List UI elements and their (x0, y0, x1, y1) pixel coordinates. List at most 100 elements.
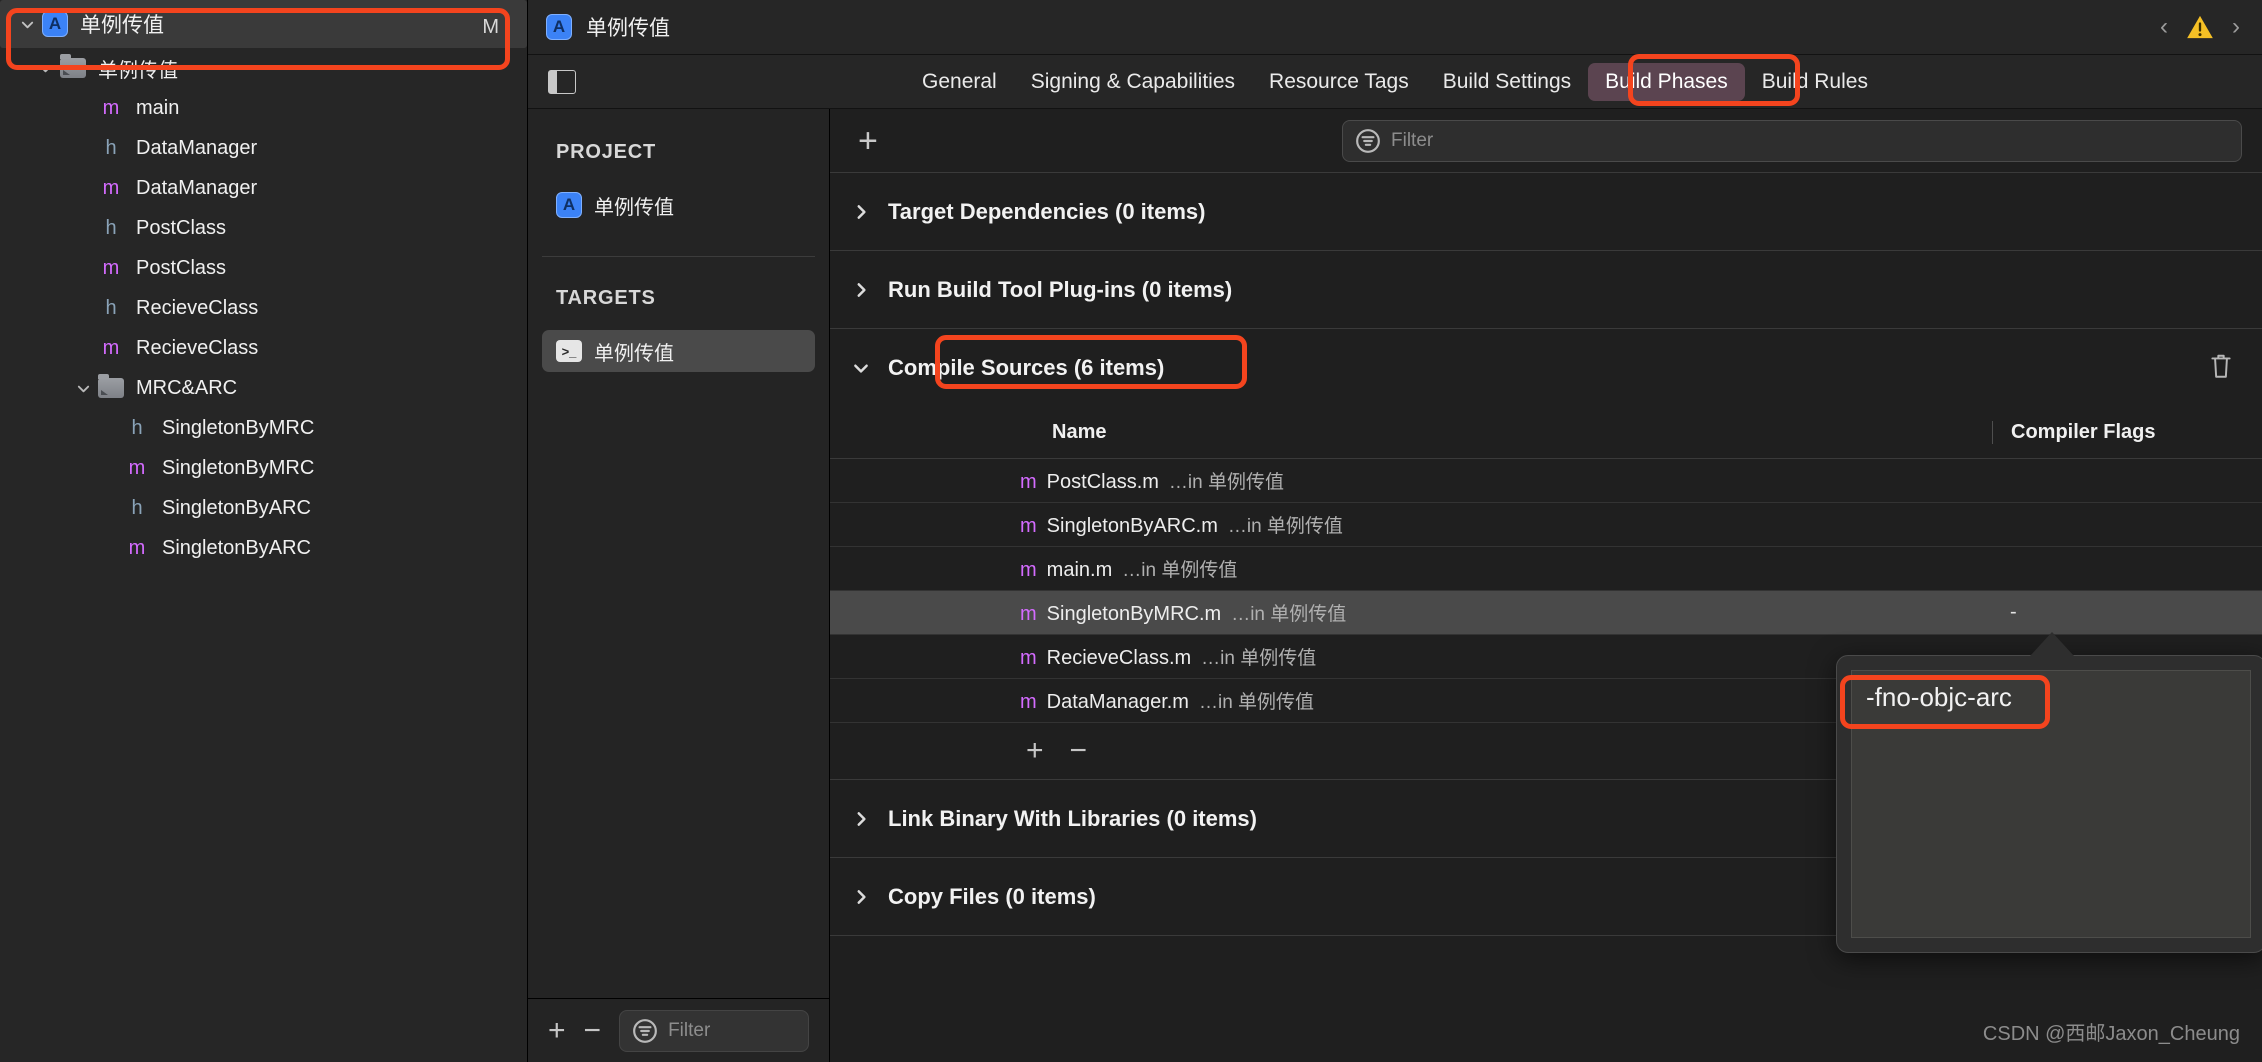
warning-triangle-icon[interactable] (2186, 14, 2214, 40)
chevron-right-icon[interactable] (852, 281, 888, 299)
trash-icon[interactable] (2208, 352, 2234, 385)
add-build-phase-button[interactable]: + (850, 124, 878, 158)
source-file-label: main.m (1046, 559, 1113, 581)
remove-target-button[interactable]: − (584, 1015, 602, 1046)
terminal-icon: >_ (556, 340, 582, 362)
navigator-item-list: 单例传值 m main h DataManager m DataManager h PostCl… (0, 48, 527, 568)
target-list-item[interactable]: >_ 单例传值 (542, 330, 815, 372)
toggle-sidebar-icon[interactable] (548, 69, 576, 94)
table-row[interactable]: m main.m …in 单例传值 (830, 547, 2262, 591)
project-item-label: 单例传值 (594, 196, 674, 219)
phase-title: Target Dependencies (0 items) (888, 198, 1206, 224)
objc-implementation-icon: m (102, 256, 120, 279)
project-navigator: A 单例传值 M 单例传值 m main h DataManager m DataManag… (0, 0, 528, 1062)
objc-header-icon: h (131, 416, 143, 439)
chevron-down-icon[interactable] (70, 381, 96, 396)
navigator-item[interactable]: h PostClass (0, 208, 527, 248)
navigator-item-label: DataManager (136, 176, 258, 199)
navigator-item-label: SingletonByARC (162, 496, 311, 519)
tab-build-rules[interactable]: Build Rules (1745, 63, 1885, 101)
source-file-location: …in 单例传值 (1198, 692, 1315, 713)
source-file-location: …in 单例传值 (1122, 560, 1238, 581)
column-header-name: Name (1052, 421, 1107, 443)
nav-back-button[interactable]: ‹ (2160, 13, 2168, 41)
watermark: CSDN @西邮Jaxon_Cheung (1982, 1023, 2240, 1045)
chevron-down-icon[interactable] (32, 61, 58, 76)
navigator-item-label: PostClass (136, 216, 227, 239)
tab-general[interactable]: General (905, 63, 1014, 101)
navigator-item-label: PostClass (136, 256, 227, 279)
compiler-flags-popover: -fno-objc-arc (1836, 655, 2262, 953)
remove-source-file-button[interactable]: − (1070, 736, 1088, 766)
chevron-right-icon[interactable] (852, 810, 888, 828)
source-file-label: SingletonByARC.m (1046, 515, 1218, 537)
navigator-item-label: RecieveClass (136, 336, 259, 359)
nav-forward-button[interactable]: › (2232, 13, 2240, 41)
table-row[interactable]: m SingletonByARC.m …in 单例传值 (830, 503, 2262, 547)
phase-title: Copy Files (0 items) (888, 883, 1096, 909)
project-targets-pane: PROJECT A 单例传值 TARGETS >_ 单例传值 + − Filte… (528, 109, 830, 1062)
tab-build-settings[interactable]: Build Settings (1426, 63, 1588, 101)
tab-build-phases[interactable]: Build Phases (1588, 62, 1745, 101)
navigator-item[interactable]: m SingletonByMRC (0, 448, 527, 488)
navigator-item[interactable]: m DataManager (0, 168, 527, 208)
objc-implementation-icon: m (102, 176, 120, 199)
navigator-item[interactable]: m RecieveClass (0, 328, 527, 368)
navigator-item[interactable]: m SingletonByARC (0, 528, 527, 568)
phase-compile-sources[interactable]: Compile Sources (6 items) (830, 329, 2262, 407)
modified-badge: M (482, 16, 499, 38)
chevron-right-icon[interactable] (852, 203, 888, 221)
project-section-header: PROJECT (556, 141, 657, 163)
targets-section-header: TARGETS (556, 287, 656, 309)
chevron-right-icon[interactable] (852, 888, 888, 906)
source-file-name-cell: m RecieveClass.m …in 单例传值 (830, 643, 1992, 670)
navigator-item[interactable]: 单例传值 (0, 48, 527, 88)
build-phases-filter-input[interactable]: Filter (1342, 119, 2242, 162)
divider (542, 256, 815, 257)
objc-implementation-icon: m (1020, 515, 1037, 537)
objc-implementation-icon: m (128, 536, 146, 559)
tab-resource-tags[interactable]: Resource Tags (1252, 63, 1426, 101)
phase-run-build-tool-plugins[interactable]: Run Build Tool Plug-ins (0 items) (830, 251, 2262, 329)
source-file-name-cell: m main.m …in 单例传值 (830, 555, 1992, 582)
source-file-location: …in 单例传值 (1201, 648, 1317, 669)
filter-icon (633, 1018, 657, 1043)
navigator-item[interactable]: h DataManager (0, 128, 527, 168)
navigator-item[interactable]: h SingletonByMRC (0, 408, 527, 448)
compiler-flags-textarea[interactable]: -fno-objc-arc (1851, 670, 2251, 938)
objc-implementation-icon: m (1020, 691, 1037, 713)
project-list-item[interactable]: A 单例传值 (542, 184, 815, 226)
chevron-down-icon[interactable] (852, 359, 888, 377)
toolbar-right-group: ‹ › (2160, 13, 2262, 41)
navigator-item[interactable]: MRC&ARC (0, 368, 527, 408)
chevron-down-icon[interactable] (14, 17, 40, 32)
source-file-label: SingletonByMRC.m (1046, 603, 1222, 625)
navigator-root-project[interactable]: A 单例传值 M (0, 0, 527, 48)
tab-signing-capabilities[interactable]: Signing & Capabilities (1014, 63, 1252, 101)
source-file-name-cell: m DataManager.m …in 单例传值 (830, 687, 1992, 714)
navigator-item[interactable]: m main (0, 88, 527, 128)
filter-icon (1356, 128, 1380, 153)
navigator-item[interactable]: h RecieveClass (0, 288, 527, 328)
objc-implementation-icon: m (1020, 647, 1037, 669)
objc-implementation-icon: m (128, 456, 146, 479)
editor-toolbar: A 单例传值 ‹ › (528, 0, 2262, 55)
build-phases-filter-placeholder: Filter (1391, 129, 1434, 151)
popover-arrow (2030, 632, 2074, 656)
phase-target-dependencies[interactable]: Target Dependencies (0 items) (830, 173, 2262, 251)
folder-icon (96, 374, 126, 398)
navigator-item-label: main (136, 96, 180, 119)
compiler-flags-cell[interactable]: - (1992, 601, 2262, 624)
navigator-item[interactable]: h SingletonByARC (0, 488, 527, 528)
objc-implementation-icon: m (1020, 471, 1037, 493)
navigator-item[interactable]: m PostClass (0, 248, 527, 288)
targets-filter-input[interactable]: Filter (619, 1009, 809, 1052)
navigator-item-label: SingletonByMRC (162, 416, 315, 439)
table-row[interactable]: m SingletonByMRC.m …in 单例传值 - (830, 591, 2262, 635)
table-row[interactable]: m PostClass.m …in 单例传值 (830, 459, 2262, 503)
source-file-location: …in 单例传值 (1168, 472, 1284, 493)
add-source-file-button[interactable]: + (1026, 736, 1044, 766)
navigator-item-label: MRC&ARC (136, 376, 238, 399)
add-target-button[interactable]: + (548, 1015, 566, 1046)
objc-implementation-icon: m (102, 96, 120, 119)
